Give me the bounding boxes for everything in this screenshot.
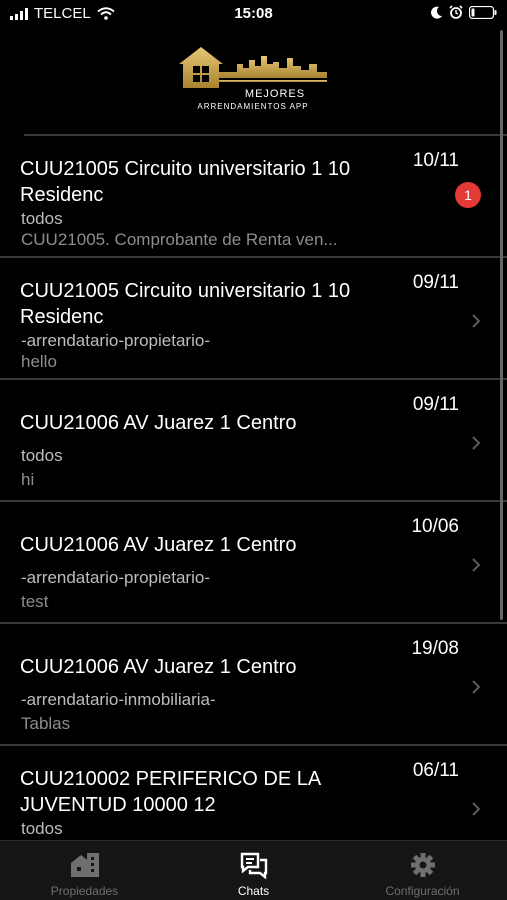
tab-label: Chats — [237, 884, 270, 898]
chat-date: 10/11 — [412, 150, 459, 171]
alarm-icon — [449, 5, 463, 19]
tab-label: Configuración — [385, 884, 460, 898]
chat-date: 10/06 — [411, 516, 459, 537]
chat-participants: todos — [21, 819, 63, 838]
logo-subtitle: ARRENDAMIENTOS APP — [197, 102, 309, 111]
chat-date: 09/11 — [412, 272, 459, 293]
chat-list-item[interactable]: CUU210002 PERIFERICO DE LA JUVENTUD 1000… — [0, 746, 507, 840]
chevron-right-icon — [472, 558, 481, 572]
chat-title: CUU21006 AV Juarez 1 Centro — [20, 412, 297, 434]
tab-configuracion[interactable]: Configuración — [338, 841, 507, 900]
battery-icon — [469, 5, 497, 19]
chevron-right-icon — [472, 436, 481, 450]
chat-list-item[interactable]: CUU21005 Circuito universitario 1 10 Res… — [0, 258, 507, 380]
chevron-right-icon — [472, 680, 481, 694]
chat-participants: -arrendatario-propietario- — [21, 568, 210, 587]
chat-participants: todos — [21, 446, 63, 465]
gear-icon — [410, 853, 435, 877]
chat-participants: -arrendatario-propietario- — [21, 331, 210, 350]
chat-title: CUU21005 Circuito universitario 1 10 Res… — [20, 280, 351, 328]
chat-title: CUU21006 AV Juarez 1 Centro — [20, 656, 297, 678]
moon-icon — [431, 6, 442, 19]
tab-propiedades[interactable]: Propiedades — [0, 841, 169, 900]
unread-badge: 1 — [455, 182, 481, 208]
status-right — [431, 5, 497, 19]
chat-title: CUU210002 PERIFERICO DE LA JUVENTUD 1000… — [20, 768, 321, 816]
chat-title: CUU21005 Circuito universitario 1 10 Res… — [20, 158, 351, 206]
chat-participants: -arrendatario-inmobiliaria- — [21, 690, 216, 709]
app-logo: MEJORES ARRENDAMIENTOS APP — [177, 44, 329, 116]
chat-last-message: hi — [21, 470, 35, 489]
chat-list-item[interactable]: CUU21006 AV Juarez 1 Centro 10/06 -arren… — [0, 502, 507, 624]
chat-last-message: test — [21, 592, 49, 611]
tab-chats[interactable]: Chats — [169, 841, 338, 900]
tab-bar: Propiedades Chats Configuración — [0, 840, 507, 900]
buildings-icon — [70, 853, 99, 877]
chat-participants: todos — [21, 209, 63, 228]
scrollbar[interactable] — [500, 30, 503, 620]
house-key-logo-icon — [179, 47, 327, 88]
chat-title: CUU21006 AV Juarez 1 Centro — [20, 534, 297, 556]
chat-last-message: Tablas — [21, 714, 71, 733]
chat-last-message: hello — [21, 352, 57, 371]
chat-date: 09/11 — [412, 394, 459, 415]
chat-list-item[interactable]: CUU21006 AV Juarez 1 Centro 19/08 -arren… — [0, 624, 507, 746]
chat-list[interactable]: CUU21005 Circuito universitario 1 10 Res… — [0, 136, 507, 840]
tab-label: Propiedades — [50, 884, 119, 898]
chat-list-item[interactable]: CUU21005 Circuito universitario 1 10 Res… — [0, 136, 507, 258]
logo-title: MEJORES — [244, 88, 306, 100]
chat-list-item[interactable]: CUU21006 AV Juarez 1 Centro 09/11 todos … — [0, 380, 507, 502]
chat-date: 06/11 — [412, 760, 459, 781]
chat-last-message: CUU21005. Comprobante de Renta ven... — [21, 230, 338, 249]
chat-date: 19/08 — [411, 638, 459, 659]
status-bar: TELCEL 15:08 — [0, 0, 507, 30]
chevron-right-icon — [472, 802, 481, 816]
chevron-right-icon — [472, 314, 481, 328]
chat-bubbles-icon — [240, 852, 267, 879]
